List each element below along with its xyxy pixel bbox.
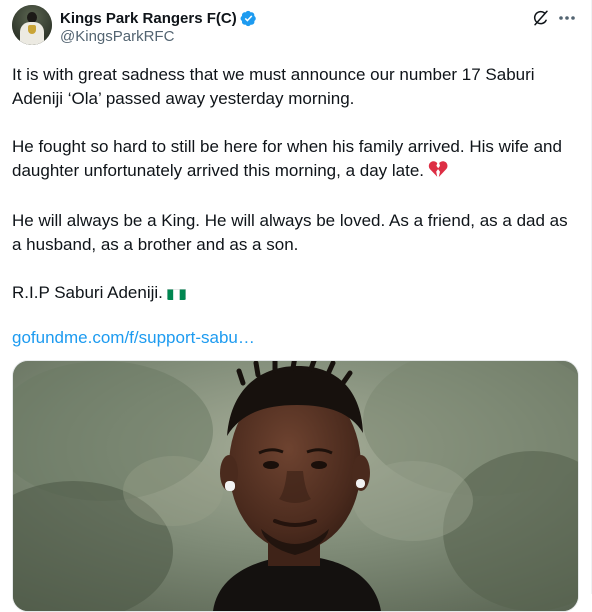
more-icon[interactable] [556, 9, 578, 27]
tweet-text: It is with great sadness that we must an… [12, 63, 578, 350]
tweet-card[interactable]: Kings Park Rangers F(C) @KingsParkRFC It… [0, 0, 592, 612]
portrait-photo [13, 361, 578, 611]
author-name-row: Kings Park Rangers F(C) [60, 8, 257, 28]
author-handle[interactable]: @KingsParkRFC [60, 28, 174, 45]
tweet-paragraph: He fought so hard to still be here for w… [12, 135, 578, 185]
gofundme-link[interactable]: gofundme.com/f/support-sabu… [12, 326, 578, 350]
author-display-name[interactable]: Kings Park Rangers F(C) [60, 10, 237, 27]
tweet-paragraph: He will always be a King. He will always… [12, 211, 568, 254]
tweet-paragraph: R.I.P Saburi Adeniji. [12, 281, 578, 305]
profile-avatar[interactable] [12, 5, 52, 45]
nigeria-flag-emoji [166, 286, 186, 300]
tweet-paragraph: It is with great sadness that we must an… [12, 65, 535, 108]
grok-icon[interactable] [532, 9, 550, 27]
verified-badge-icon [240, 10, 257, 27]
tweet-photo[interactable] [12, 360, 579, 612]
broken-heart-emoji [428, 160, 448, 185]
